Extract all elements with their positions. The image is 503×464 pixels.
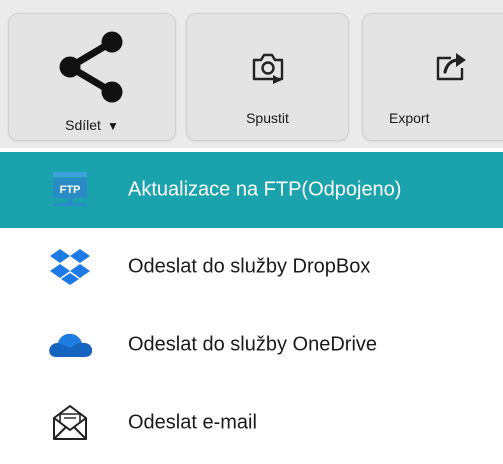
ftp-server-icon: FTP bbox=[46, 170, 94, 210]
menu-item-ftp[interactable]: FTP Aktualizace na FTP(Odpojeno) bbox=[0, 152, 503, 228]
menu-item-dropbox[interactable]: Odeslat do služby DropBox bbox=[0, 228, 503, 306]
share-button[interactable]: Sdílet ▼ bbox=[8, 13, 176, 141]
toolbar: Sdílet ▼ Spustit Export bbox=[0, 0, 503, 148]
export-icon bbox=[435, 50, 469, 87]
menu-item-label: Odeslat do služby DropBox bbox=[128, 255, 371, 278]
menu-item-label: Odeslat do služby OneDrive bbox=[128, 333, 378, 356]
share-button-label: Sdílet ▼ bbox=[65, 117, 119, 133]
export-button-label: Export bbox=[389, 110, 430, 126]
menu-item-onedrive[interactable]: Odeslat do služby OneDrive bbox=[0, 306, 503, 384]
menu-item-email[interactable]: Odeslat e-mail bbox=[0, 384, 503, 462]
chevron-down-icon: ▼ bbox=[106, 119, 119, 133]
camera-icon bbox=[251, 50, 285, 89]
share-icon bbox=[55, 30, 129, 109]
run-button-label: Spustit bbox=[246, 110, 289, 126]
email-icon bbox=[46, 403, 94, 443]
menu-item-label: Aktualizace na FTP(Odpojeno) bbox=[128, 178, 402, 201]
onedrive-icon bbox=[46, 325, 94, 365]
dropbox-icon bbox=[46, 247, 94, 287]
share-menu: FTP Aktualizace na FTP(Odpojeno) Odeslat… bbox=[0, 152, 503, 462]
share-dropdown-screen: Sdílet ▼ Spustit Export FTP Aktualizace … bbox=[0, 0, 503, 464]
export-button[interactable]: Export bbox=[362, 13, 503, 141]
svg-text:FTP: FTP bbox=[60, 184, 81, 196]
menu-item-label: Odeslat e-mail bbox=[128, 411, 257, 434]
run-button[interactable]: Spustit bbox=[186, 13, 349, 141]
